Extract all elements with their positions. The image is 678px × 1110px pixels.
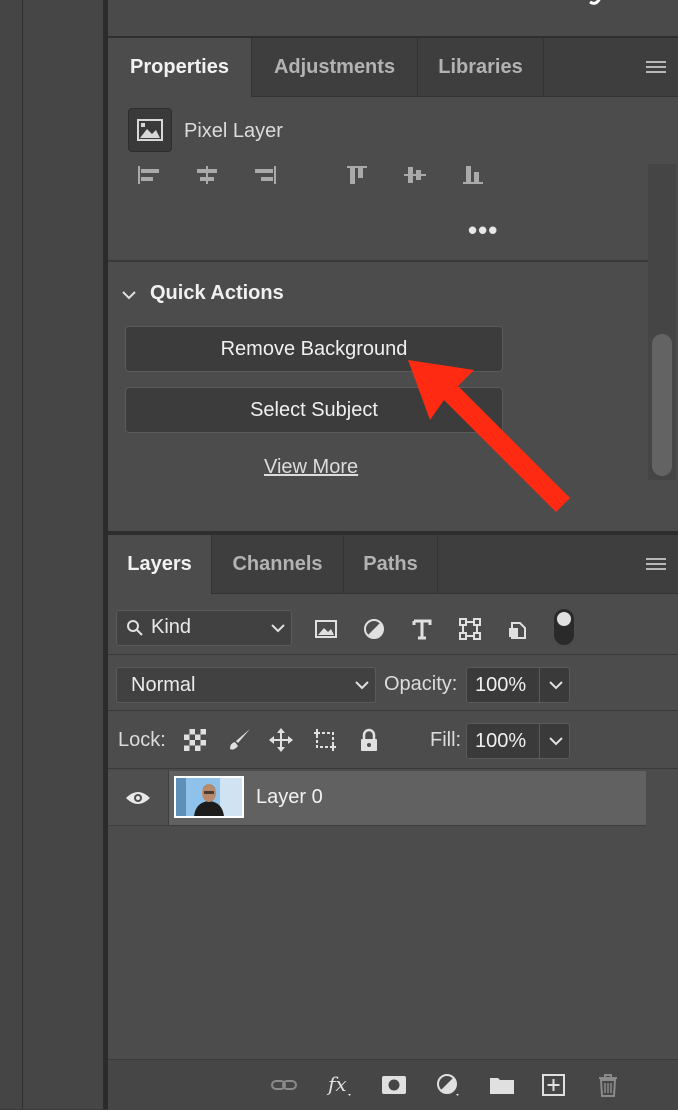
tab-paths[interactable]: Paths <box>344 535 438 593</box>
tab-channels[interactable]: Channels <box>212 535 344 593</box>
filter-kind-select[interactable]: Kind <box>116 610 292 646</box>
pixel-layer-icon <box>128 108 172 152</box>
adjustment-layer-icon[interactable] <box>434 1072 462 1098</box>
layers-tabbar: Layers Channels Paths <box>108 535 678 594</box>
fx-icon[interactable]: fx <box>326 1072 354 1098</box>
chevron-down-icon <box>271 624 285 633</box>
filter-toggle-knob <box>557 612 571 626</box>
tab-layers[interactable]: Layers <box>108 535 212 594</box>
tab-libraries[interactable]: Libraries <box>418 38 544 96</box>
shape-filter-icon[interactable] <box>458 617 482 641</box>
opacity-field[interactable]: 100% <box>466 667 570 703</box>
tab-properties[interactable]: Properties <box>108 38 252 97</box>
properties-panel: Properties Adjustments Libraries Pixel L… <box>108 38 678 531</box>
lock-image-pixels-icon[interactable] <box>226 727 252 753</box>
left-dock-strip <box>0 0 23 1109</box>
properties-scroll-thumb[interactable] <box>652 334 672 476</box>
lock-position-icon[interactable] <box>268 727 294 753</box>
fill-field[interactable]: 100% <box>466 723 570 759</box>
trash-icon[interactable] <box>594 1072 622 1098</box>
group-folder-icon[interactable] <box>488 1072 516 1098</box>
blend-mode-value: Normal <box>131 674 196 696</box>
align-vertical-center-icon[interactable] <box>402 164 428 186</box>
field-separator <box>539 668 540 702</box>
more-options-button[interactable]: ••• <box>468 217 498 243</box>
layers-panel: Layers Channels Paths Kind Normal Opacit… <box>108 535 678 1110</box>
fill-label: Fill: <box>430 729 462 751</box>
layer-filter-row: Kind <box>108 593 678 655</box>
align-top-icon[interactable] <box>344 164 370 186</box>
type-filter-icon[interactable] <box>410 617 434 641</box>
field-separator <box>539 724 540 758</box>
visibility-toggle[interactable] <box>108 771 169 825</box>
tab-adjustments[interactable]: Adjustments <box>252 38 418 96</box>
properties-tabbar: Properties Adjustments Libraries <box>108 38 678 97</box>
new-layer-icon[interactable] <box>540 1072 568 1098</box>
chevron-down-icon[interactable] <box>549 681 563 690</box>
lock-row: Lock: Fill: 100% <box>108 711 678 769</box>
align-horizontal-center-icon[interactable] <box>194 164 220 186</box>
blend-row: Normal Opacity: 100% <box>108 655 678 711</box>
section-divider <box>108 260 648 262</box>
quick-actions-header[interactable]: Quick Actions <box>150 282 284 305</box>
layer-name[interactable]: Layer 0 <box>256 786 323 809</box>
layer-type-label: Pixel Layer <box>184 120 283 142</box>
lock-transparent-pixels-icon[interactable] <box>182 727 208 753</box>
chevron-down-icon[interactable] <box>549 737 563 746</box>
align-left-icon[interactable] <box>136 164 162 186</box>
layer-mask-icon[interactable] <box>380 1072 408 1098</box>
adjustment-filter-icon[interactable] <box>362 617 386 641</box>
lock-label: Lock: <box>118 729 166 751</box>
fill-value[interactable]: 100% <box>475 730 526 753</box>
chevron-down-icon <box>355 681 369 690</box>
panel-menu-icon[interactable] <box>646 558 666 572</box>
opacity-label: Opacity: <box>384 673 458 695</box>
align-toolbar <box>108 164 648 188</box>
svg-text:fx: fx <box>326 1072 347 1096</box>
lock-artboard-icon[interactable] <box>312 727 338 753</box>
panel-menu-icon[interactable] <box>646 61 666 75</box>
blend-mode-select[interactable]: Normal <box>116 667 376 703</box>
toolbar-dock <box>23 0 104 1109</box>
smart-object-filter-icon[interactable] <box>506 617 530 641</box>
eye-icon[interactable] <box>125 790 151 806</box>
pixel-layer-row: Pixel Layer <box>108 96 678 168</box>
layers-footer: fx <box>108 1059 678 1110</box>
align-bottom-icon[interactable] <box>460 164 486 186</box>
annotation-arrow-icon <box>408 360 570 512</box>
layer-row[interactable]: Layer 0 <box>108 771 646 826</box>
view-more-link[interactable]: View More <box>264 456 358 479</box>
cursor-icon <box>589 0 601 5</box>
link-layers-icon[interactable] <box>270 1072 298 1098</box>
filter-kind-label: Kind <box>151 616 192 638</box>
layer-thumbnail[interactable] <box>174 776 244 818</box>
lock-all-icon[interactable] <box>356 727 382 753</box>
align-right-icon[interactable] <box>252 164 278 186</box>
opacity-value[interactable]: 100% <box>475 674 526 697</box>
chevron-down-icon[interactable] <box>122 290 136 300</box>
image-filter-icon[interactable] <box>314 617 338 641</box>
search-icon <box>127 620 143 636</box>
